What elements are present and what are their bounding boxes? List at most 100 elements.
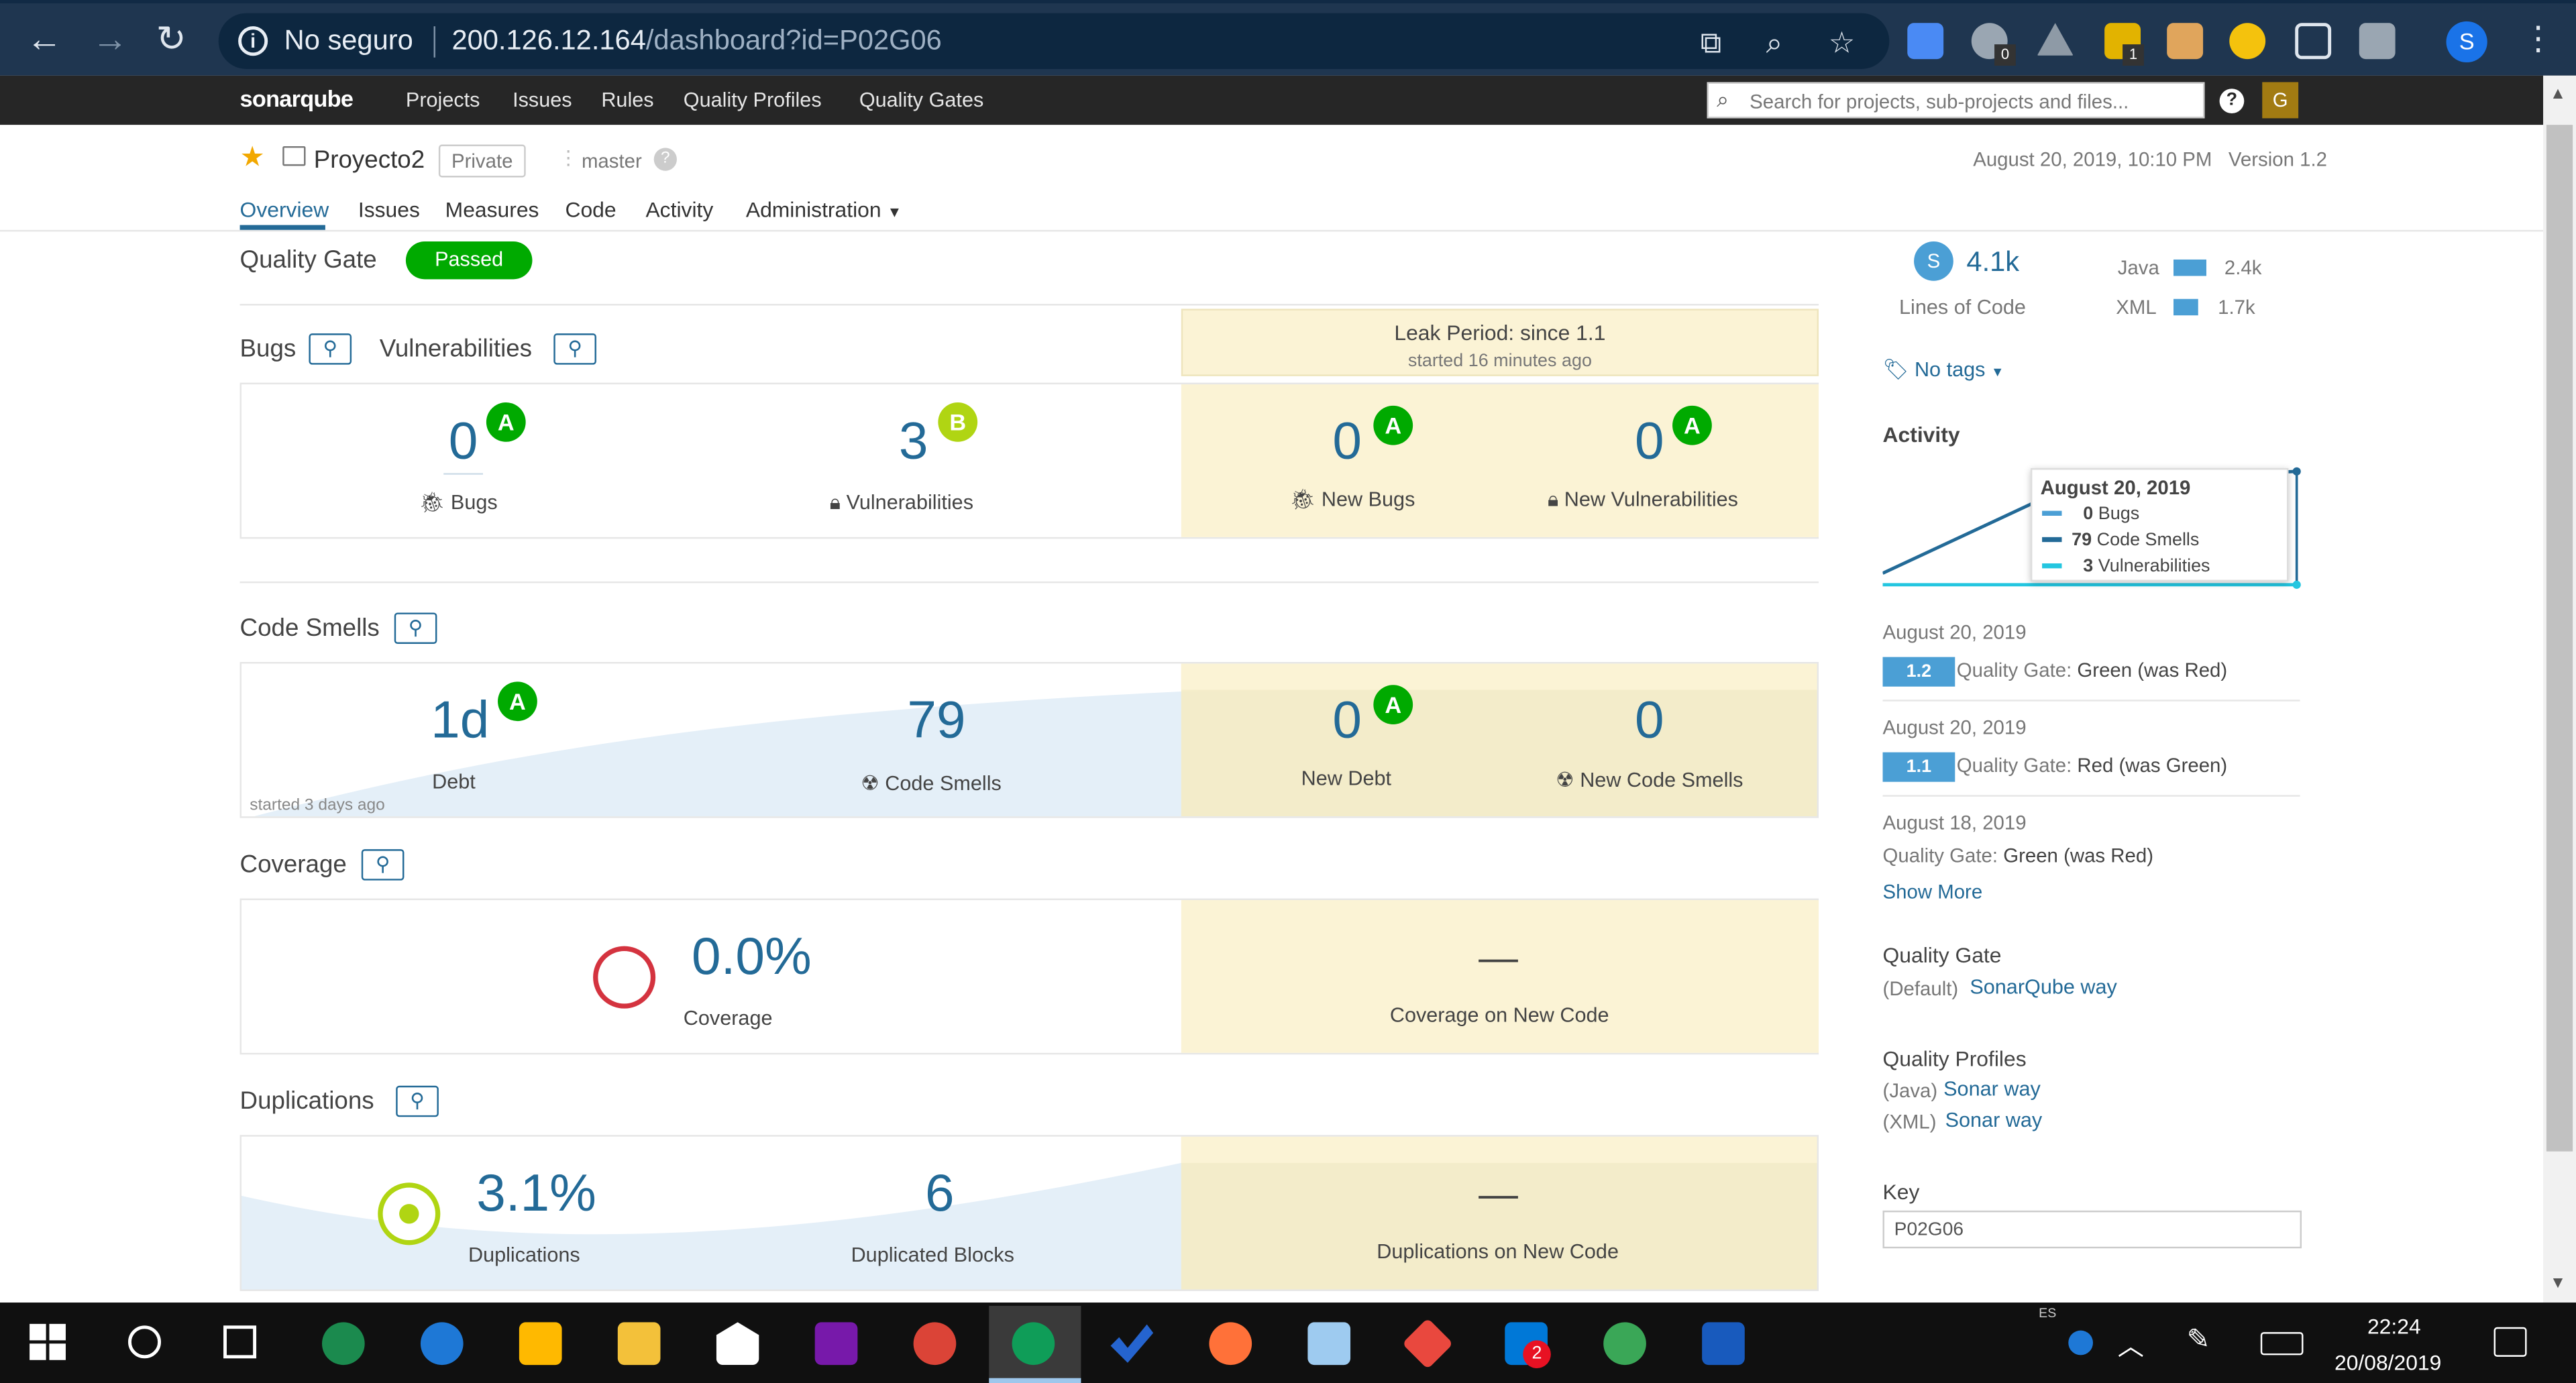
vulnerabilities-label-text: Vulnerabilities (846, 491, 974, 514)
new-debt-rating[interactable]: A (1373, 685, 1413, 725)
word-icon[interactable] (1702, 1322, 1745, 1366)
windows-start-icon[interactable] (30, 1323, 66, 1360)
file-explorer-icon[interactable] (617, 1322, 661, 1366)
pen-icon[interactable]: ✎ (2187, 1324, 2210, 1357)
debt-value[interactable]: 1d (419, 690, 500, 751)
info-icon[interactable]: i (238, 26, 268, 56)
link-icon[interactable]: ⚲ (361, 849, 405, 881)
url-text[interactable]: 200.126.12.164/dashboard?id=P02G06 (451, 25, 941, 58)
link-icon[interactable]: ⚲ (396, 1085, 439, 1117)
branch-name[interactable]: master (582, 150, 642, 172)
back-icon[interactable]: ← (26, 18, 62, 61)
nav-quality-gates[interactable]: Quality Gates (859, 89, 983, 111)
project-name[interactable]: Proyecto2 (314, 146, 425, 174)
virtualbox-icon[interactable] (1307, 1322, 1351, 1366)
onenote-icon[interactable] (814, 1322, 858, 1366)
new-vulnerabilities-label: 🔒︎ New Vulnerabilities (1548, 488, 1738, 512)
nav-rules[interactable]: Rules (601, 89, 653, 111)
tab-administration[interactable]: Administration ▼ (746, 197, 902, 222)
zoom-icon[interactable]: ⌕ (1766, 26, 1783, 60)
bugs-section-title[interactable]: Bugs (240, 335, 297, 364)
scroll-up-icon[interactable]: ▲ (2550, 85, 2566, 103)
store-icon[interactable] (519, 1322, 562, 1366)
vulnerabilities-section-title[interactable]: Vulnerabilities (380, 335, 532, 364)
bookmark-star-icon[interactable]: ☆ (1829, 26, 1856, 60)
new-bugs-rating[interactable]: A (1373, 405, 1413, 445)
bugs-rating[interactable]: A (486, 402, 526, 442)
notifications-icon[interactable] (2493, 1327, 2527, 1357)
vulnerabilities-rating[interactable]: B (938, 402, 978, 442)
clock-date[interactable]: 20/08/2019 (2334, 1350, 2441, 1375)
link-icon[interactable]: ⚲ (309, 333, 352, 365)
chrome-profile-icon[interactable] (1012, 1322, 1055, 1366)
cortana-icon[interactable] (128, 1325, 162, 1359)
link-icon[interactable]: ⚲ (553, 333, 596, 365)
project-key-field[interactable]: P02G06 (1882, 1210, 2302, 1249)
nav-quality-profiles[interactable]: Quality Profiles (684, 89, 822, 111)
tab-activity[interactable]: Activity (645, 197, 713, 222)
tray-app-icon[interactable] (2068, 1330, 2094, 1356)
duplications-value[interactable]: 3.1% (476, 1163, 608, 1224)
tray-chevron-up-icon[interactable]: ︿ (2118, 1324, 2144, 1364)
menu-icon[interactable]: ⋮ (2522, 18, 2555, 61)
extension-badge: 1 (2123, 44, 2144, 66)
coverage-label: Coverage (683, 1007, 773, 1030)
duplicated-blocks-value[interactable]: 6 (899, 1163, 981, 1224)
nav-projects[interactable]: Projects (406, 89, 480, 111)
help-icon[interactable]: ? (2219, 89, 2245, 113)
code-smells-value[interactable]: 79 (896, 690, 977, 751)
profile-avatar[interactable]: S (2446, 21, 2487, 63)
search-input[interactable]: ⌕ Search for projects, sub-projects and … (1707, 82, 2205, 119)
reload-icon[interactable]: ↻ (156, 18, 186, 61)
coverage-section-title[interactable]: Coverage (240, 851, 347, 879)
lines-of-code-value[interactable]: 4.1k (1966, 246, 2019, 279)
task-view-icon[interactable] (223, 1325, 257, 1359)
user-avatar[interactable]: G (2262, 82, 2299, 119)
chrome-icon[interactable] (913, 1322, 957, 1366)
firefox-icon[interactable] (1209, 1322, 1252, 1366)
link-icon[interactable]: ⚲ (394, 612, 437, 645)
duplications-section-title[interactable]: Duplications (240, 1087, 374, 1115)
keyboard-icon[interactable] (2260, 1332, 2304, 1356)
quality-profile-link[interactable]: Sonar way (1945, 1109, 2043, 1131)
network-app-icon[interactable] (1603, 1322, 1646, 1366)
show-more-link[interactable]: Show More (1883, 881, 1983, 903)
quality-profile-link[interactable]: Sonar way (1943, 1078, 2041, 1101)
branch-help-icon[interactable]: ? (653, 148, 677, 171)
new-vulnerabilities-rating[interactable]: A (1672, 405, 1712, 445)
divider (239, 581, 1819, 584)
nav-issues[interactable]: Issues (513, 89, 572, 111)
tags-dropdown[interactable]: 🏷︎ No tags ▼ (1883, 358, 2004, 383)
tab-issues[interactable]: Issues (358, 197, 420, 222)
edge-icon[interactable] (420, 1322, 464, 1366)
new-vulnerabilities-label-text: New Vulnerabilities (1564, 488, 1738, 511)
coverage-value[interactable]: 0.0% (692, 926, 823, 987)
sonarqube-logo[interactable]: sonarqube (240, 85, 354, 111)
language-indicator[interactable]: ES (2039, 1306, 2056, 1321)
forward-icon[interactable]: → (92, 18, 128, 61)
scroll-down-icon[interactable]: ▼ (2550, 1274, 2566, 1292)
clock-time[interactable]: 22:24 (2367, 1314, 2421, 1339)
drive-icon[interactable] (2037, 23, 2074, 56)
favorite-star-icon[interactable]: ★ (240, 142, 265, 174)
picture-in-picture-icon[interactable] (2295, 23, 2332, 60)
translate-extension-icon[interactable] (1907, 23, 1944, 60)
translate-icon[interactable]: ⧉ (1701, 26, 1721, 60)
new-code-smells-value[interactable]: 0 (1609, 690, 1690, 751)
tab-measures[interactable]: Measures (445, 197, 539, 222)
tab-overview[interactable]: Overview (240, 197, 329, 222)
quality-profiles-title: Quality Profiles (1882, 1046, 2027, 1071)
camera-icon[interactable] (2359, 23, 2396, 60)
edge-dev-icon[interactable] (322, 1322, 365, 1366)
tab-code[interactable]: Code (565, 197, 616, 222)
address-bar[interactable]: i No seguro 200.126.12.164/dashboard?id=… (218, 13, 1890, 69)
code-smells-section-title[interactable]: Code Smells (240, 614, 380, 643)
lock-icon: 🔒︎ (829, 491, 841, 514)
chrome-extension-icon[interactable] (2229, 23, 2266, 60)
scrollbar-thumb[interactable] (2546, 125, 2573, 1152)
quality-gate-link[interactable]: SonarQube way (1970, 976, 2117, 999)
debt-rating[interactable]: A (498, 681, 537, 722)
avatar-extension-icon[interactable] (2167, 23, 2204, 60)
quality-gate-status: Passed (405, 241, 533, 280)
language-xml: XML (2116, 295, 2157, 319)
